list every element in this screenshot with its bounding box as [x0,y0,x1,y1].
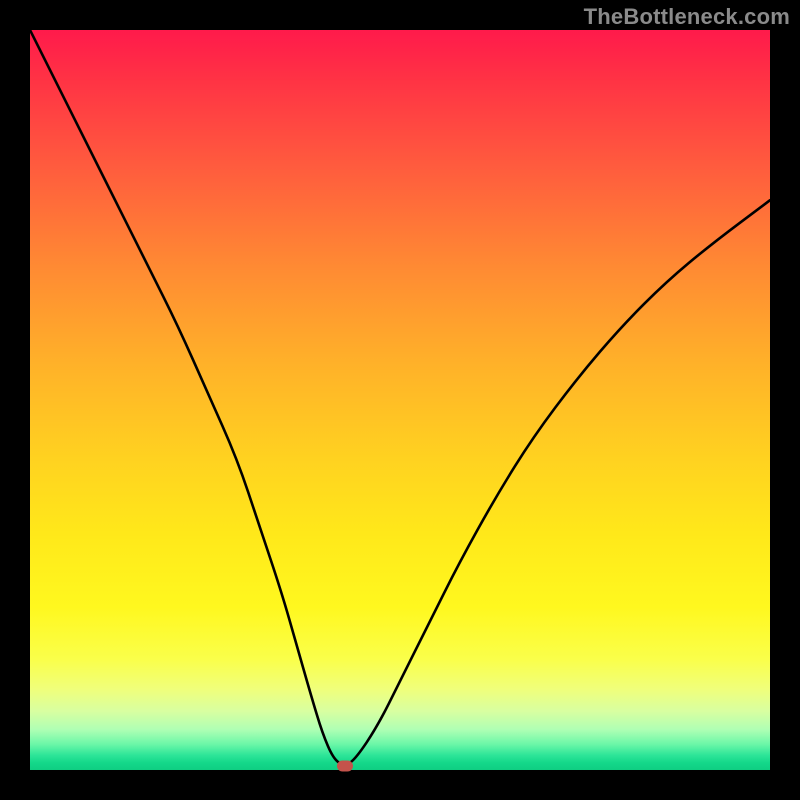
minimum-marker [337,761,353,772]
bottleneck-curve [30,30,770,764]
curve-svg [30,30,770,770]
plot-area [30,30,770,770]
watermark-text: TheBottleneck.com [584,4,790,30]
chart-frame: TheBottleneck.com [0,0,800,800]
